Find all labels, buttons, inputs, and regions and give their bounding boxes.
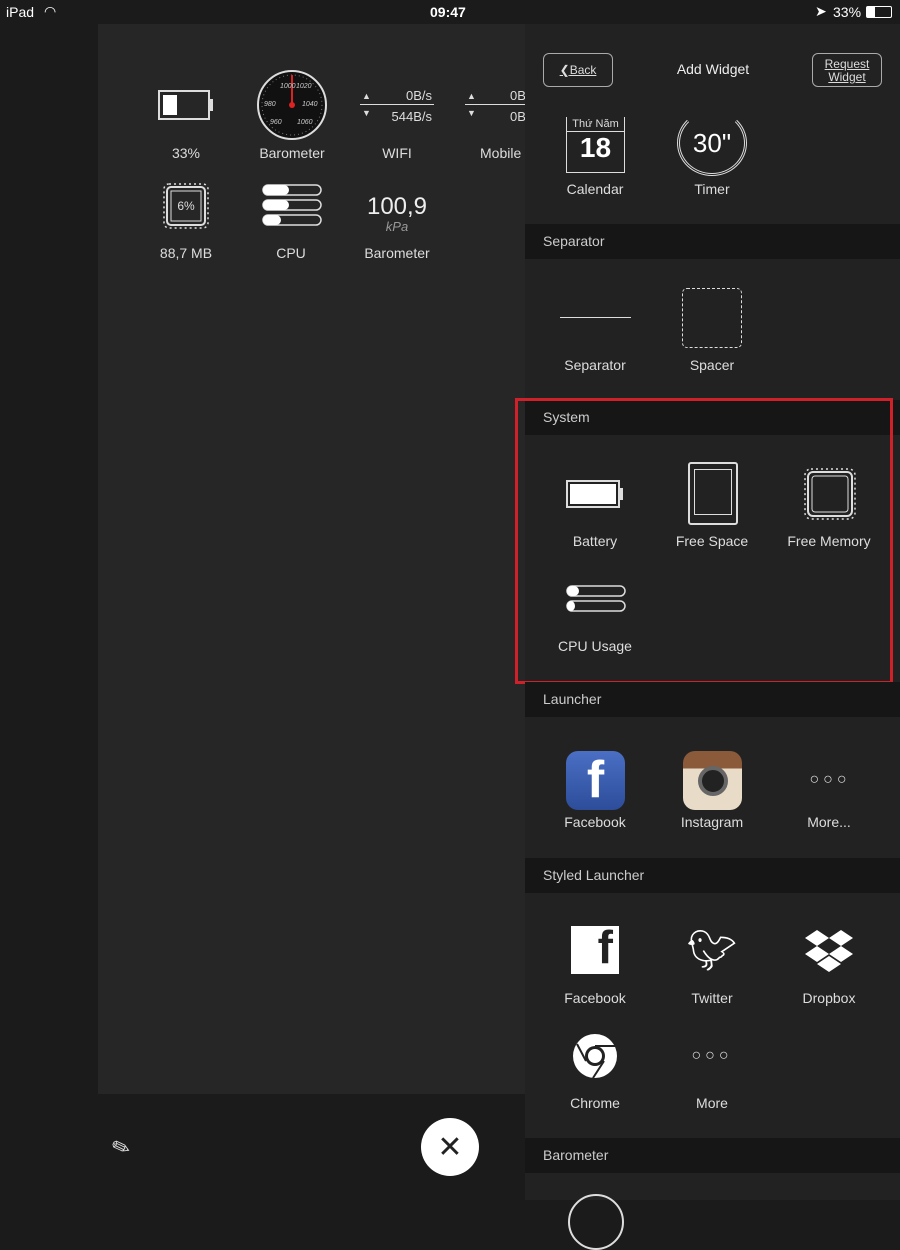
upload-arrow-icon: ▲ xyxy=(362,91,371,101)
mobile-label: Mobile xyxy=(480,145,522,161)
section-header-barometer: Barometer xyxy=(525,1138,900,1173)
wifi-widget[interactable]: ▲ 0B/s ▼ 544B/s xyxy=(360,88,434,124)
timer-label: Timer xyxy=(694,181,730,197)
device-name: iPad xyxy=(6,4,35,20)
status-bar: iPad ◠ 09:47 ➤ 33% xyxy=(0,0,900,24)
wifi-icon: ◠ xyxy=(44,3,57,19)
svg-text:1040: 1040 xyxy=(302,101,318,108)
chevron-left-icon: ❮ xyxy=(559,63,570,77)
wifi-download: 544B/s xyxy=(391,109,432,124)
svg-text:1020: 1020 xyxy=(296,83,312,90)
barometer-value: 100,9 xyxy=(366,193,428,220)
panel-title: Add Widget xyxy=(676,61,750,77)
upload-arrow-icon: ▲ xyxy=(467,91,476,101)
mobile-widget[interactable]: ▲ 0B ▼ 0B xyxy=(465,88,525,124)
section-header-launcher: Launcher xyxy=(525,682,900,717)
cpu-bars-icon[interactable] xyxy=(261,183,323,227)
memory-chip-icon[interactable]: 6% xyxy=(160,180,212,232)
edit-icon[interactable]: ✎ xyxy=(108,1133,134,1164)
location-icon: ➤ xyxy=(815,3,827,19)
battery-icon xyxy=(866,6,892,18)
battery-widget-value: 33% xyxy=(171,145,201,161)
widget-separator[interactable]: Separator xyxy=(535,357,655,373)
cpu-label: CPU xyxy=(276,245,306,261)
mobile-upload: 0B xyxy=(510,88,525,103)
separator-line-icon[interactable] xyxy=(560,317,631,318)
instagram-app-icon[interactable] xyxy=(683,751,742,810)
calendar-label: Calendar xyxy=(566,181,624,197)
svg-text:960: 960 xyxy=(270,119,282,126)
svg-text:1000: 1000 xyxy=(280,83,296,90)
widget-spacer[interactable]: Spacer xyxy=(652,357,772,373)
styled-twitter[interactable]: Twitter xyxy=(652,990,772,1006)
facebook-icon[interactable]: f xyxy=(571,926,619,974)
more-dots-icon[interactable]: ○○○ xyxy=(800,768,860,792)
dropbox-icon[interactable] xyxy=(804,928,854,974)
download-arrow-icon: ▼ xyxy=(467,108,476,118)
launcher-more[interactable]: More... xyxy=(769,814,889,830)
barometer-gauge-icon[interactable]: 1000 1020 980 1040 960 1060 xyxy=(256,69,328,141)
styled-chrome[interactable]: Chrome xyxy=(535,1095,655,1111)
clock: 09:47 xyxy=(430,4,466,20)
section-header-separator: Separator xyxy=(525,224,900,259)
highlight-box xyxy=(515,398,893,684)
request-widget-button[interactable]: Request Widget xyxy=(812,53,882,87)
wifi-label: WIFI xyxy=(382,145,412,161)
more-dots-icon[interactable]: ○○○ xyxy=(682,1044,742,1068)
styled-facebook[interactable]: Facebook xyxy=(535,990,655,1006)
twitter-icon[interactable]: 🐦︎ xyxy=(687,926,738,974)
barometer-icon[interactable] xyxy=(568,1194,624,1250)
barometer-value-label: Barometer xyxy=(364,245,430,261)
memory-percent: 6% xyxy=(177,199,195,213)
launcher-facebook[interactable]: Facebook xyxy=(535,814,655,830)
battery-widget-icon[interactable] xyxy=(156,88,216,122)
timer-icon[interactable]: 30" xyxy=(677,110,747,176)
section-header-styled-launcher: Styled Launcher xyxy=(525,858,900,893)
barometer-unit: kPa xyxy=(385,219,409,234)
close-button[interactable]: ✕ xyxy=(421,1118,479,1176)
spacer-icon[interactable] xyxy=(682,288,742,348)
back-button[interactable]: ❮Back xyxy=(543,53,613,87)
chrome-icon[interactable] xyxy=(571,1032,619,1080)
facebook-app-icon[interactable]: f xyxy=(566,751,625,810)
styled-more[interactable]: More xyxy=(652,1095,772,1111)
calendar-icon[interactable]: Thứ Năm 18 xyxy=(566,117,625,173)
wifi-upload: 0B/s xyxy=(405,88,432,103)
memory-label: 88,7 MB xyxy=(159,245,213,261)
svg-text:980: 980 xyxy=(264,101,276,108)
svg-text:1060: 1060 xyxy=(297,119,313,126)
barometer-gauge-label: Barometer xyxy=(259,145,325,161)
mobile-download: 0B xyxy=(510,109,525,124)
styled-dropbox[interactable]: Dropbox xyxy=(769,990,889,1006)
download-arrow-icon: ▼ xyxy=(362,108,371,118)
close-icon: ✕ xyxy=(437,1130,463,1164)
launcher-instagram[interactable]: Instagram xyxy=(652,814,772,830)
battery-percent: 33% xyxy=(833,4,862,20)
